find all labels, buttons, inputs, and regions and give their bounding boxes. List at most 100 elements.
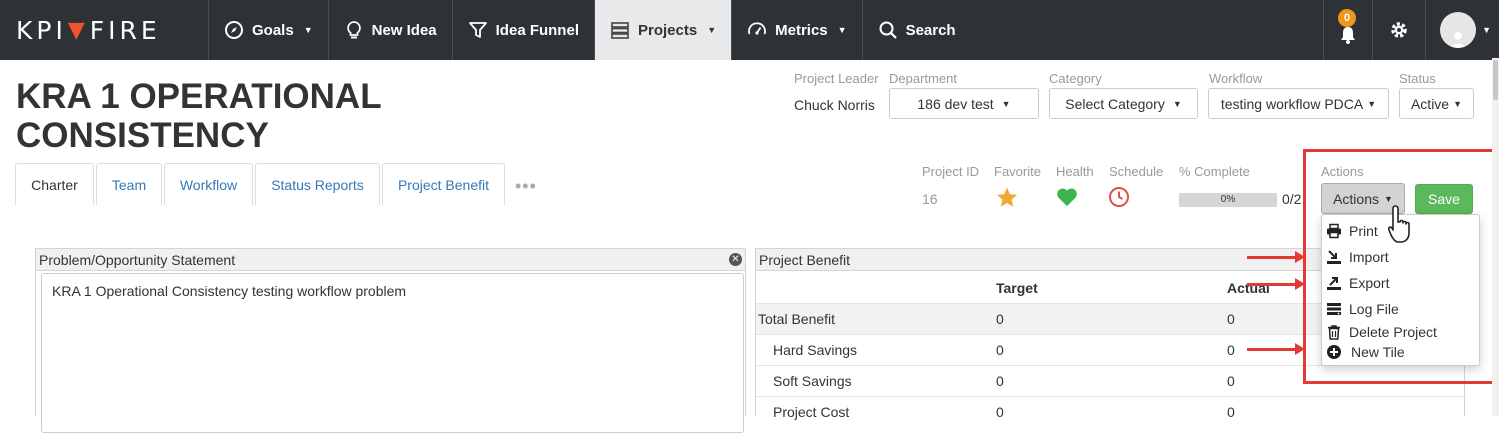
heart-icon — [1057, 188, 1077, 207]
row-label: Total Benefit — [758, 311, 836, 327]
settings-button[interactable] — [1372, 0, 1425, 60]
close-icon[interactable]: ✕ — [729, 253, 742, 266]
logo-text-fire: FIRE — [89, 15, 161, 45]
scrollbar-thumb[interactable] — [1493, 60, 1498, 100]
user-silhouette-icon — [1450, 31, 1466, 48]
row-target: 0 — [996, 311, 1004, 327]
table-row: Project Cost 0 0 — [756, 396, 1466, 427]
tab-charter-label: Charter — [31, 176, 78, 193]
problem-statement-text: KRA 1 Operational Consistency testing wo… — [52, 283, 407, 299]
chevron-down-icon: ▼ — [837, 25, 847, 35]
top-navbar: KPI ▼ FIRE Goals ▼ New Idea Idea Funnel Pro… — [0, 0, 1499, 60]
favorite-label: Favorite — [994, 164, 1041, 179]
nav-search[interactable]: Search — [863, 0, 971, 60]
tab-workflow-label: Workflow — [179, 176, 238, 193]
caret-down-icon: ▼ — [1001, 98, 1011, 109]
status-select[interactable]: Active ▼ — [1399, 88, 1474, 119]
nav-new-idea[interactable]: New Idea — [329, 0, 453, 60]
nav-right-group: 0 ▼ — [1323, 0, 1499, 60]
problem-statement-textarea[interactable]: KRA 1 Operational Consistency testing wo… — [41, 273, 744, 433]
percent-complete-value: 0% — [1220, 194, 1236, 205]
tab-status-reports[interactable]: Status Reports — [255, 163, 380, 205]
nav-goals[interactable]: Goals ▼ — [209, 0, 329, 60]
caret-down-icon: ▼ — [1453, 98, 1463, 109]
workflow-value: testing workflow PDCA — [1220, 95, 1364, 112]
row-target: 0 — [996, 342, 1004, 358]
avatar — [1440, 12, 1477, 48]
page-scrollbar[interactable] — [1492, 58, 1499, 416]
problem-statement-title: Problem/Opportunity Statement — [39, 252, 236, 268]
gauge-icon — [748, 22, 766, 35]
nav-new-idea-label: New Idea — [371, 21, 437, 39]
department-label: Department — [889, 71, 957, 86]
workflow-label: Workflow — [1209, 71, 1263, 86]
nav-idea-funnel[interactable]: Idea Funnel — [453, 0, 595, 60]
nav-idea-funnel-label: Idea Funnel — [495, 21, 579, 39]
annotation-highlight-box — [1303, 149, 1495, 384]
nav-goals-label: Goals — [252, 21, 294, 39]
annotation-arrow-import — [1247, 251, 1305, 263]
problem-statement-header: Problem/Opportunity Statement ✕ — [36, 249, 745, 271]
kpifire-logo[interactable]: KPI ▼ FIRE — [0, 0, 209, 60]
category-select[interactable]: Select Category ▼ — [1049, 88, 1198, 119]
chevron-down-icon: ▼ — [1482, 25, 1491, 35]
nav-search-label: Search — [905, 21, 956, 39]
row-label: Project Cost — [773, 404, 850, 420]
compass-icon — [225, 21, 243, 39]
logo-text-kpi: KPI — [16, 15, 67, 45]
category-value: Select Category — [1065, 95, 1165, 112]
percent-complete-label: % Complete — [1179, 164, 1250, 179]
annotation-arrow-new-tile — [1247, 343, 1305, 355]
chevron-down-icon: ▼ — [303, 25, 313, 35]
annotation-arrow-export — [1247, 278, 1305, 290]
category-label: Category — [1049, 71, 1102, 86]
tab-team[interactable]: Team — [96, 163, 162, 205]
star-icon[interactable] — [995, 186, 1019, 209]
workflow-select[interactable]: testing workflow PDCA ▼ — [1208, 88, 1389, 119]
row-target: 0 — [996, 373, 1004, 389]
user-menu[interactable]: ▼ — [1425, 0, 1499, 60]
project-leader-value: Chuck Norris — [794, 97, 875, 113]
column-header-target: Target — [996, 280, 1038, 296]
chevron-down-icon: ▼ — [707, 25, 717, 35]
page-title: KRA 1 OPERATIONAL CONSISTENCY — [16, 77, 381, 155]
schedule-label: Schedule — [1109, 164, 1164, 179]
row-actual: 0 — [1227, 342, 1235, 358]
tab-project-benefit-label: Project Benefit — [397, 176, 490, 193]
tab-workflow[interactable]: Workflow — [164, 163, 253, 205]
projects-icon — [611, 22, 629, 39]
project-benefit-title: Project Benefit — [759, 252, 851, 268]
nav-projects[interactable]: Projects ▼ — [594, 0, 733, 60]
row-label: Soft Savings — [773, 373, 852, 389]
status-label: Status — [1399, 71, 1436, 86]
notification-badge: 0 — [1338, 9, 1357, 27]
tab-project-benefit[interactable]: Project Benefit — [382, 163, 505, 205]
nav-metrics-label: Metrics — [775, 21, 828, 39]
health-label: Health — [1056, 164, 1094, 179]
row-actual: 0 — [1227, 311, 1235, 327]
lightbulb-icon — [346, 21, 361, 39]
search-icon — [879, 21, 897, 39]
gear-icon — [1391, 22, 1407, 38]
caret-down-icon: ▼ — [1172, 98, 1182, 109]
project-id-label: Project ID — [922, 164, 980, 179]
nav-metrics[interactable]: Metrics ▼ — [732, 0, 863, 60]
row-actual: 0 — [1227, 404, 1235, 420]
complete-fraction: 0/2 — [1282, 191, 1302, 207]
clock-icon — [1109, 187, 1129, 207]
department-select[interactable]: 186 dev test ▼ — [889, 88, 1039, 119]
status-value: Active — [1410, 95, 1450, 112]
project-leader-label: Project Leader — [794, 71, 879, 86]
percent-complete-bar: 0% — [1179, 193, 1277, 207]
row-actual: 0 — [1227, 373, 1235, 389]
tab-charter[interactable]: Charter — [15, 163, 94, 205]
department-value: 186 dev test — [917, 95, 994, 112]
notifications-button[interactable]: 0 — [1323, 0, 1372, 60]
caret-down-icon: ▼ — [1367, 98, 1377, 109]
more-tabs-icon[interactable]: ••• — [515, 176, 537, 197]
flame-icon: ▼ — [67, 17, 89, 43]
problem-statement-panel: Problem/Opportunity Statement ✕ KRA 1 Op… — [35, 248, 746, 433]
bell-icon — [1341, 27, 1356, 44]
row-target: 0 — [996, 404, 1004, 420]
funnel-icon — [468, 22, 487, 38]
